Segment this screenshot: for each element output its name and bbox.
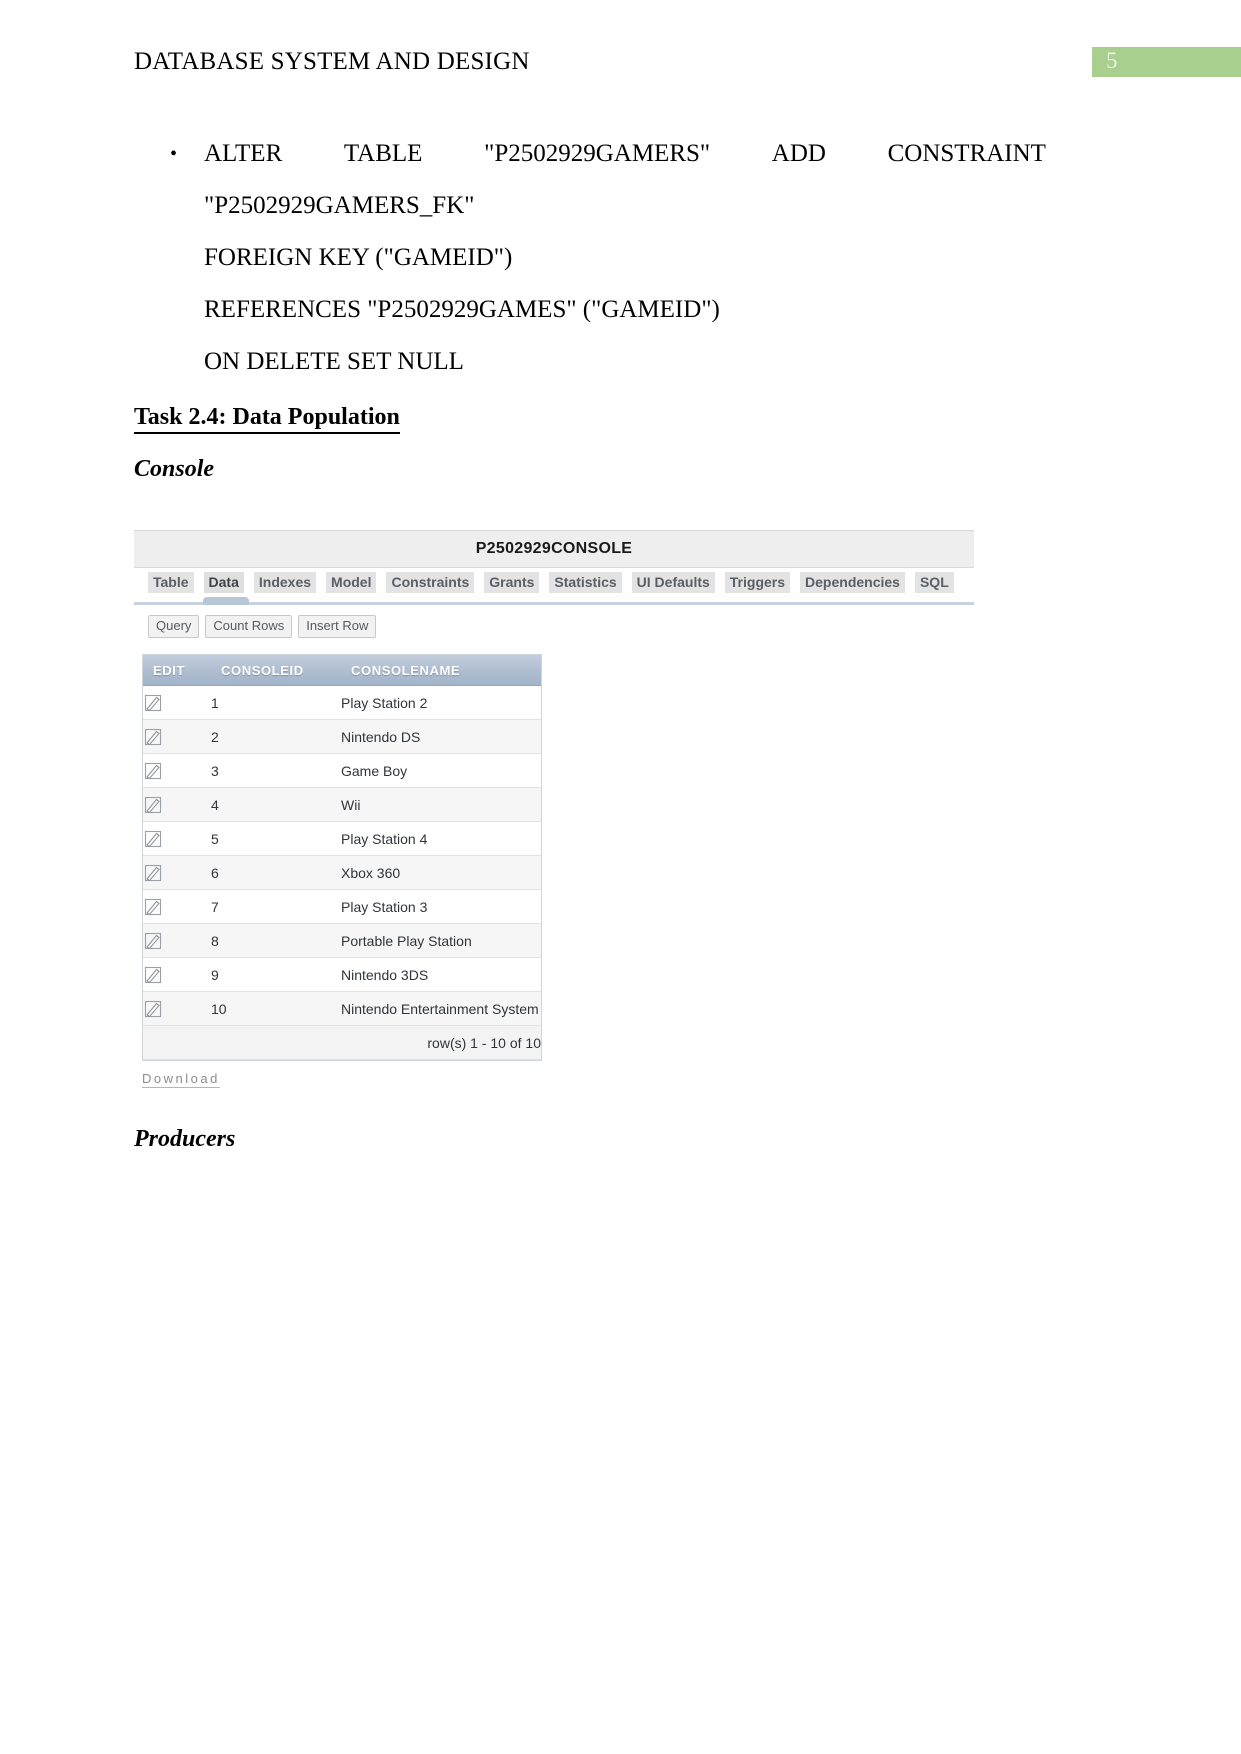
column-header-consolename[interactable]: CONSOLENAME xyxy=(341,655,541,686)
tab-model[interactable]: Model xyxy=(326,572,377,593)
sql-token-constraint: CONSTRAINT xyxy=(887,140,1046,167)
tab-indexes[interactable]: Indexes xyxy=(253,572,317,593)
consoleid-cell: 5 xyxy=(211,821,341,856)
column-header-edit[interactable]: EDIT xyxy=(143,655,211,686)
grid-footer-row: row(s) 1 - 10 of 10 xyxy=(143,1025,541,1060)
edit-cell[interactable] xyxy=(143,889,211,924)
consolename-cell: Nintendo Entertainment System xyxy=(341,991,541,1026)
apex-tab-bar: Table Data Indexes Model Constraints Gra… xyxy=(134,568,974,605)
consolename-cell: Portable Play Station xyxy=(341,923,541,958)
sql-statement-block: • ALTER TABLE "P2502929GAMERS" ADD CONST… xyxy=(134,128,1046,388)
edit-pencil-icon[interactable] xyxy=(143,931,163,951)
apex-action-buttons: Query Count Rows Insert Row xyxy=(134,605,974,646)
table-row: 6 Xbox 360 xyxy=(143,855,541,890)
table-row: 2 Nintendo DS xyxy=(143,719,541,754)
sql-line-2: "P2502929GAMERS_FK" xyxy=(204,192,475,219)
tab-triggers[interactable]: Triggers xyxy=(724,572,791,593)
console-data-grid-wrapper: EDIT CONSOLEID CONSOLENAME 1 Play Statio… xyxy=(142,654,542,1061)
sql-line-3: FOREIGN KEY ("GAMEID") xyxy=(204,244,513,271)
consoleid-cell: 7 xyxy=(211,889,341,924)
consolename-cell: Play Station 3 xyxy=(341,889,541,924)
table-row: 3 Game Boy xyxy=(143,753,541,788)
page-number-label: 5 xyxy=(1106,48,1118,73)
edit-pencil-icon[interactable] xyxy=(143,693,163,713)
consoleid-cell: 10 xyxy=(211,991,341,1026)
row-count-label: row(s) 1 - 10 of 10 xyxy=(143,1025,541,1060)
sql-line-5: ON DELETE SET NULL xyxy=(204,348,464,375)
apex-screenshot: P2502929CONSOLE Table Data Indexes Model… xyxy=(134,530,974,1088)
sql-token-table: TABLE xyxy=(343,140,423,167)
consolename-cell: Play Station 4 xyxy=(341,821,541,856)
sql-line-4: REFERENCES "P2502929GAMES" ("GAMEID") xyxy=(204,296,720,323)
tab-sql[interactable]: SQL xyxy=(914,572,954,593)
consoleid-cell: 2 xyxy=(211,719,341,754)
edit-pencil-icon[interactable] xyxy=(143,727,163,747)
table-row: 8 Portable Play Station xyxy=(143,923,541,958)
consolename-cell: Play Station 2 xyxy=(341,685,541,720)
edit-cell[interactable] xyxy=(143,957,211,992)
edit-cell[interactable] xyxy=(143,923,211,958)
edit-pencil-icon[interactable] xyxy=(143,863,163,883)
table-body: 1 Play Station 2 2 Nintendo DS 3 Game Bo… xyxy=(143,685,541,1060)
consolename-cell: Nintendo DS xyxy=(341,719,541,754)
edit-cell[interactable] xyxy=(143,821,211,856)
sql-token-tablename: "P2502929GAMERS" xyxy=(484,140,711,167)
table-row: 4 Wii xyxy=(143,787,541,822)
edit-pencil-icon[interactable] xyxy=(143,897,163,917)
apex-panel-title: P2502929CONSOLE xyxy=(475,540,633,557)
edit-pencil-icon[interactable] xyxy=(143,795,163,815)
edit-pencil-icon[interactable] xyxy=(143,761,163,781)
page-number-badge: 5 xyxy=(1092,47,1241,77)
table-row: 7 Play Station 3 xyxy=(143,889,541,924)
document-title: DATABASE SYSTEM AND DESIGN xyxy=(134,48,530,75)
tab-data[interactable]: Data xyxy=(203,572,244,593)
consoleid-cell: 8 xyxy=(211,923,341,958)
table-row: 10 Nintendo Entertainment System xyxy=(143,991,541,1026)
consolename-cell: Wii xyxy=(341,787,541,822)
tab-ui-defaults[interactable]: UI Defaults xyxy=(631,572,715,593)
column-header-consoleid[interactable]: CONSOLEID xyxy=(211,655,341,686)
consoleid-cell: 1 xyxy=(211,685,341,720)
edit-pencil-icon[interactable] xyxy=(143,999,163,1019)
consolename-cell: Xbox 360 xyxy=(341,855,541,890)
tab-statistics[interactable]: Statistics xyxy=(549,572,622,593)
consolename-cell: Nintendo 3DS xyxy=(341,957,541,992)
consoleid-cell: 6 xyxy=(211,855,341,890)
tab-grants[interactable]: Grants xyxy=(484,572,540,593)
page-header: DATABASE SYSTEM AND DESIGN 5 xyxy=(0,47,1241,92)
table-header-row: EDIT CONSOLEID CONSOLENAME xyxy=(143,655,541,686)
active-tab-marker xyxy=(203,597,249,605)
download-link[interactable]: Download xyxy=(142,1071,220,1088)
consoleid-cell: 3 xyxy=(211,753,341,788)
query-button[interactable]: Query xyxy=(148,615,200,638)
count-rows-button[interactable]: Count Rows xyxy=(205,615,293,638)
sql-token-add: ADD xyxy=(771,140,826,167)
edit-cell[interactable] xyxy=(143,787,211,822)
edit-cell[interactable] xyxy=(143,855,211,890)
console-data-grid: EDIT CONSOLEID CONSOLENAME 1 Play Statio… xyxy=(143,655,541,1060)
edit-pencil-icon[interactable] xyxy=(143,965,163,985)
table-row: 5 Play Station 4 xyxy=(143,821,541,856)
producers-section-heading: Producers xyxy=(134,1126,236,1152)
bullet-glyph: • xyxy=(170,143,178,165)
consolename-cell: Game Boy xyxy=(341,753,541,788)
edit-cell[interactable] xyxy=(143,719,211,754)
tab-dependencies[interactable]: Dependencies xyxy=(800,572,905,593)
task-heading: Task 2.4: Data Population xyxy=(134,404,400,434)
consoleid-cell: 9 xyxy=(211,957,341,992)
sql-token-alter: ALTER xyxy=(204,140,283,167)
sql-line-1: • ALTER TABLE "P2502929GAMERS" ADD CONST… xyxy=(170,128,1046,180)
edit-cell[interactable] xyxy=(143,685,211,720)
table-row: 1 Play Station 2 xyxy=(143,685,541,720)
edit-cell[interactable] xyxy=(143,753,211,788)
tab-table[interactable]: Table xyxy=(148,572,194,593)
table-row: 9 Nintendo 3DS xyxy=(143,957,541,992)
apex-panel-titlebar: P2502929CONSOLE xyxy=(134,530,974,568)
insert-row-button[interactable]: Insert Row xyxy=(298,615,377,638)
tab-constraints[interactable]: Constraints xyxy=(386,572,475,593)
edit-pencil-icon[interactable] xyxy=(143,829,163,849)
consoleid-cell: 4 xyxy=(211,787,341,822)
console-section-heading: Console xyxy=(134,456,215,482)
edit-cell[interactable] xyxy=(143,991,211,1026)
